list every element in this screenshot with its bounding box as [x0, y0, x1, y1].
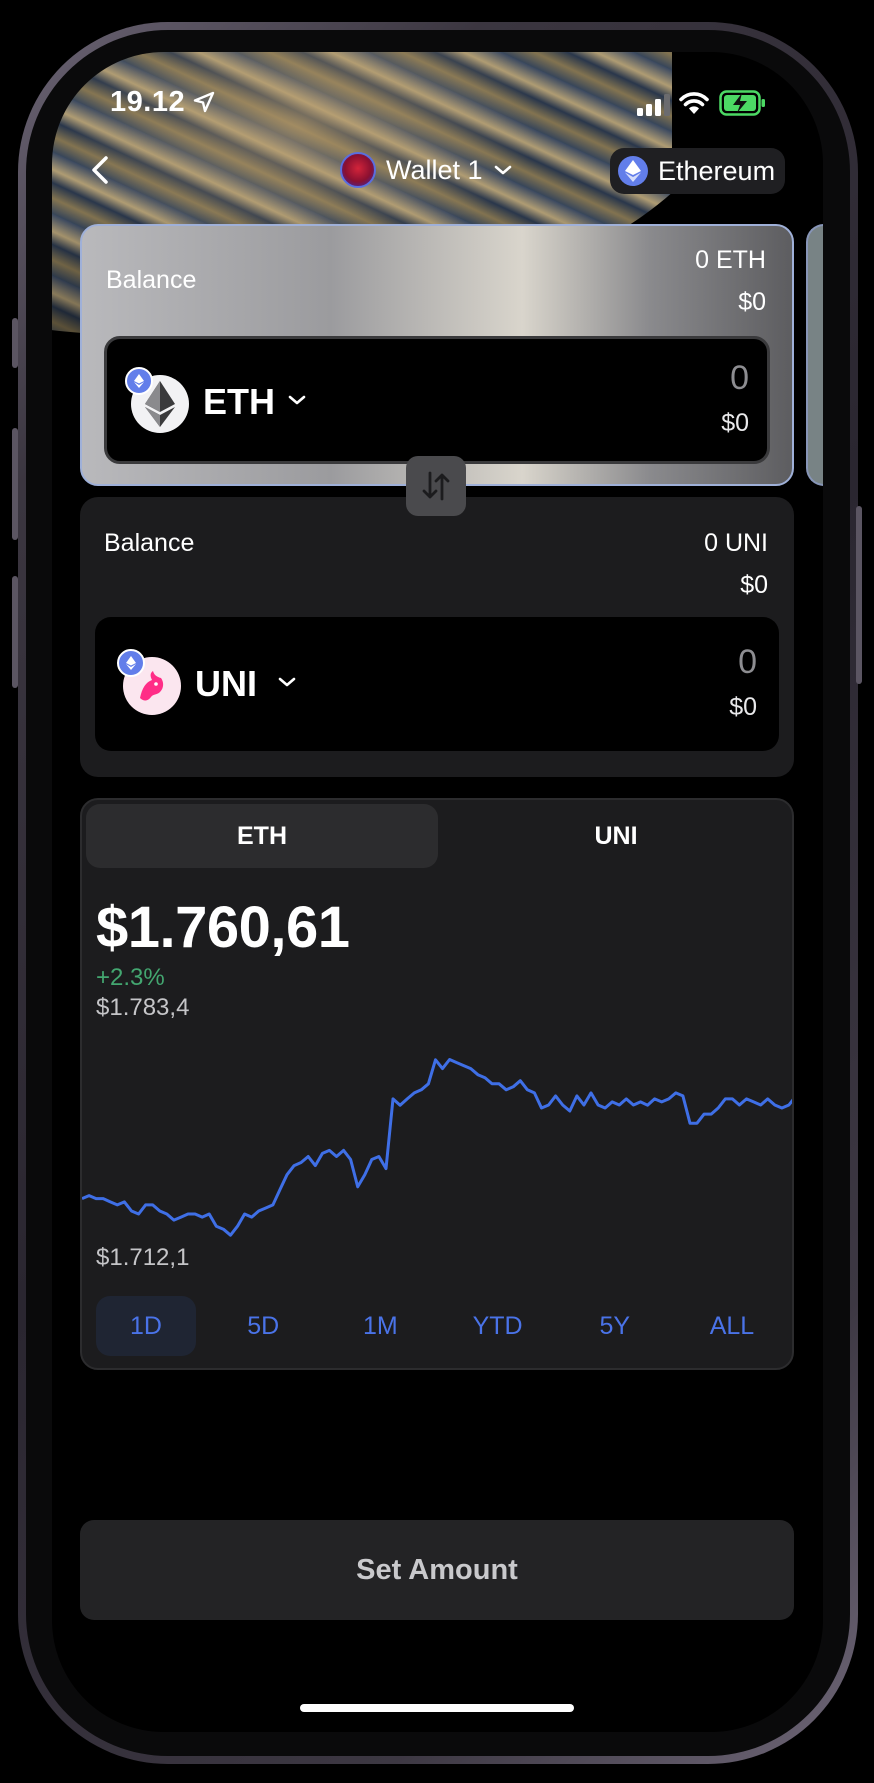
price-high-label: $1.783,4 [96, 994, 190, 1021]
from-balance-usd: $0 [738, 288, 766, 316]
swap-direction-button[interactable] [406, 456, 466, 516]
power-button [856, 506, 862, 684]
to-token-card: Balance 0 UNI $0 UNI 0 $0 [80, 497, 794, 777]
from-token-symbol[interactable]: ETH [203, 381, 275, 423]
set-amount-button[interactable]: Set Amount [80, 1520, 794, 1620]
volume-up-button [12, 428, 18, 540]
wallet-avatar [340, 152, 376, 188]
screen: 19.12 Wallet 1 Ethereum Balance 0 ETH $0… [52, 52, 823, 1732]
from-amount-usd: $0 [721, 409, 749, 437]
from-token-card: Balance 0 ETH $0 ETH 0 $0 [80, 224, 794, 486]
current-price: $1.760,61 [96, 895, 350, 960]
home-indicator [300, 1704, 574, 1712]
location-arrow-icon [193, 91, 215, 113]
next-card-peek [806, 224, 823, 486]
battery-charging-icon [719, 90, 765, 116]
to-amount-value[interactable]: 0 [738, 643, 757, 682]
wallet-name: Wallet 1 [386, 154, 483, 185]
to-token-chevron-icon[interactable] [277, 675, 297, 689]
wallet-switcher[interactable]: Wallet 1 [340, 148, 513, 192]
to-amount-usd: $0 [729, 693, 757, 721]
mute-switch [12, 318, 18, 368]
network-selector[interactable]: Ethereum [610, 148, 786, 194]
range-5d[interactable]: 5D [213, 1296, 313, 1356]
price-series-line [82, 1058, 792, 1237]
chevron-down-icon [494, 165, 511, 175]
wifi-icon [679, 92, 709, 114]
volume-down-button [12, 576, 18, 688]
ethereum-icon [618, 156, 648, 186]
ethereum-chain-badge-icon [125, 367, 153, 395]
tab-uni[interactable]: UNI [442, 804, 790, 868]
to-balance-token: 0 UNI [704, 529, 768, 557]
price-low-label: $1.712,1 [96, 1244, 190, 1271]
from-balance-token: 0 ETH [695, 246, 766, 274]
from-token-chevron-icon[interactable] [287, 393, 307, 407]
back-button[interactable] [82, 148, 122, 192]
to-token-input[interactable]: UNI 0 $0 [95, 617, 779, 751]
to-token-symbol[interactable]: UNI [195, 663, 257, 705]
range-1d[interactable]: 1D [96, 1296, 196, 1356]
cellular-signal-icon [637, 94, 670, 116]
price-change: +2.3% [96, 964, 165, 991]
swap-arrows-icon [422, 471, 450, 501]
to-balance-label: Balance [104, 529, 195, 557]
range-all[interactable]: ALL [682, 1296, 782, 1356]
from-balance-label: Balance [106, 266, 197, 294]
from-token-input[interactable]: ETH 0 $0 [104, 336, 770, 464]
time-range-selector: 1D 5D 1M YTD 5Y ALL [96, 1296, 782, 1356]
tab-eth[interactable]: ETH [86, 804, 438, 868]
range-5y[interactable]: 5Y [565, 1296, 665, 1356]
from-amount-value[interactable]: 0 [730, 359, 749, 398]
status-time: 19.12 [110, 86, 186, 118]
price-chart-panel: ETH UNI $1.760,61 +2.3% $1.783,4 $1.712,… [80, 798, 794, 1370]
to-balance-usd: $0 [740, 571, 768, 599]
range-1m[interactable]: 1M [330, 1296, 430, 1356]
price-line-chart[interactable] [82, 1050, 794, 1250]
range-ytd[interactable]: YTD [448, 1296, 548, 1356]
ethereum-chain-badge-icon [117, 649, 145, 677]
network-name: Ethereum [658, 155, 776, 186]
